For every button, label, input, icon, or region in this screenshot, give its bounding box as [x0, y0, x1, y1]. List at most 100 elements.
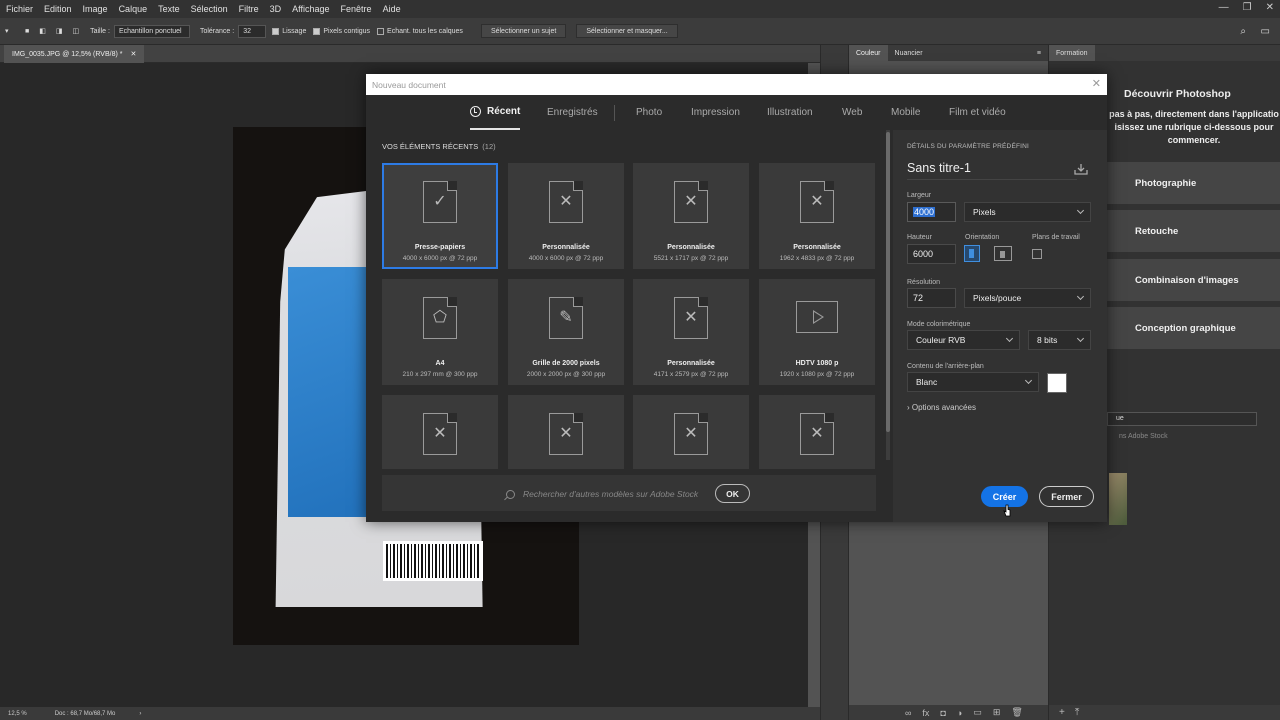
width-unit-select[interactable]: Pixels: [964, 202, 1091, 222]
background-color-swatch[interactable]: [1047, 373, 1067, 393]
artboards-checkbox[interactable]: [1032, 249, 1042, 259]
sample-all-checkbox[interactable]: Echant. tous les calques: [377, 27, 463, 35]
preset-card[interactable]: ✕ Personnalisée 5521 x 1717 px @ 72 ppp: [633, 163, 749, 269]
intersect-selection-icon[interactable]: ◫: [67, 24, 84, 38]
add-icon[interactable]: +: [1059, 707, 1065, 718]
resolution-input[interactable]: 72: [907, 288, 956, 308]
learn-item-photography[interactable]: Photographie: [1107, 162, 1280, 204]
menu-select[interactable]: Sélection: [185, 4, 233, 14]
menu-window[interactable]: Fenêtre: [335, 4, 377, 14]
libraries-select-value: ue: [1116, 415, 1124, 422]
learn-item-compositing[interactable]: Combinaison d'images: [1107, 259, 1280, 301]
folder-icon[interactable]: ▭: [973, 707, 982, 718]
height-input[interactable]: 6000: [907, 244, 956, 264]
size-select[interactable]: Echantillon ponctuel: [113, 24, 190, 38]
new-layer-icon[interactable]: ⊞: [993, 707, 1001, 718]
menu-view[interactable]: Affichage: [286, 4, 334, 14]
menu-file[interactable]: Fichier: [0, 4, 38, 14]
close-button[interactable]: Fermer: [1039, 486, 1094, 507]
link-icon[interactable]: ∞: [905, 708, 911, 718]
preset-card[interactable]: ✕: [633, 395, 749, 469]
preset-card-clipboard[interactable]: ✓ Presse-papiers 4000 x 6000 px @ 72 ppp: [382, 163, 498, 269]
maximize-icon[interactable]: ❐: [1243, 2, 1252, 13]
width-input[interactable]: 4000: [907, 202, 956, 222]
menu-edit[interactable]: Edition: [38, 4, 77, 14]
search-icon[interactable]: ⌕: [1240, 26, 1246, 37]
presets-scrollbar[interactable]: [886, 130, 890, 460]
close-icon[interactable]: ✕: [1092, 77, 1101, 90]
document-tab[interactable]: IMG_0035.JPG @ 12,5% (RVB/8) * ✕: [4, 45, 145, 63]
scrollbar-thumb[interactable]: [886, 132, 890, 432]
menu-type[interactable]: Texte: [152, 4, 185, 14]
select-and-mask-button[interactable]: Sélectionner et masquer...: [576, 24, 678, 38]
preset-card-grid[interactable]: ✎ Grille de 2000 pixels 2000 x 2000 px @…: [508, 279, 624, 385]
menu-layer[interactable]: Calque: [113, 4, 153, 14]
preset-card[interactable]: ✕: [382, 395, 498, 469]
libraries-stock-search[interactable]: ns Adobe Stock: [1119, 433, 1168, 440]
resolution-unit-select[interactable]: Pixels/pouce: [964, 288, 1091, 308]
tab-saved[interactable]: Enregistrés: [547, 95, 598, 130]
contiguous-checkbox[interactable]: Pixels contigus: [313, 27, 370, 35]
preset-card-a4[interactable]: ⬠ A4 210 x 297 mm @ 300 ppp: [382, 279, 498, 385]
save-preset-icon[interactable]: [1074, 163, 1088, 175]
adjustment-icon[interactable]: ◑: [957, 708, 962, 718]
document-name-input[interactable]: Sans titre-1: [907, 161, 971, 175]
tab-mobile[interactable]: Mobile: [891, 95, 920, 130]
minimize-icon[interactable]: —: [1219, 2, 1229, 13]
mask-icon[interactable]: ◘: [940, 708, 945, 718]
preset-card-hdtv[interactable]: HDTV 1080 p 1920 x 1080 px @ 72 ppp: [759, 279, 875, 385]
chevron-down-icon: [1024, 376, 1033, 385]
menu-filter[interactable]: Filtre: [233, 4, 264, 14]
library-thumbnail[interactable]: [1109, 473, 1127, 525]
fx-icon[interactable]: fx: [922, 708, 929, 718]
tab-print-label: Impression: [691, 107, 740, 118]
stock-search-input[interactable]: Rechercher d'autres modèles sur Adobe St…: [506, 489, 698, 499]
zoom-level[interactable]: 12,5 %: [8, 711, 27, 717]
new-selection-icon[interactable]: ■: [20, 24, 34, 38]
tab-film-video[interactable]: Film et vidéo: [949, 95, 1006, 130]
tolerance-input[interactable]: 32: [238, 24, 267, 38]
libraries-select[interactable]: ue: [1107, 412, 1257, 426]
upload-icon[interactable]: ⤒: [1075, 707, 1079, 718]
bit-depth-select[interactable]: 8 bits: [1028, 330, 1091, 350]
landscape-orientation-icon[interactable]: [994, 246, 1012, 261]
portrait-orientation-icon[interactable]: [964, 245, 980, 262]
close-window-icon[interactable]: ✕: [1266, 2, 1274, 13]
select-subject-button[interactable]: Sélectionner un sujet: [480, 24, 567, 38]
menu-3d[interactable]: 3D: [264, 4, 287, 14]
tab-color[interactable]: Couleur: [849, 45, 888, 61]
tab-photo[interactable]: Photo: [636, 95, 662, 130]
preset-card[interactable]: ✕ Personnalisée 4000 x 6000 px @ 72 ppp: [508, 163, 624, 269]
stock-ok-button[interactable]: OK: [715, 484, 750, 503]
status-bar: 12,5 % Doc : 68,7 Mo/68,7 Mo ›: [0, 707, 820, 720]
panel-menu-icon[interactable]: ≡: [1030, 50, 1048, 57]
learn-item-retouch[interactable]: Retouche: [1107, 210, 1280, 252]
recent-header: VOS ÉLÉMENTS RÉCENTS (12): [382, 142, 496, 151]
learn-item-graphic-design[interactable]: Conception graphique: [1107, 307, 1280, 349]
close-tab-icon[interactable]: ✕: [130, 50, 136, 58]
color-mode-select[interactable]: Couleur RVB: [907, 330, 1020, 350]
tab-web[interactable]: Web: [842, 95, 862, 130]
chevron-down-icon: [1005, 334, 1014, 343]
chevron-right-icon[interactable]: ›: [139, 711, 141, 717]
tool-preset-icon[interactable]: ▾: [0, 24, 20, 38]
trash-icon[interactable]: 🗑: [1011, 707, 1022, 718]
tab-swatches[interactable]: Nuancier: [888, 50, 930, 57]
preset-card[interactable]: ✕: [759, 395, 875, 469]
preset-card[interactable]: ✕ Personnalisée 1962 x 4833 px @ 72 ppp: [759, 163, 875, 269]
preset-card[interactable]: ✕: [508, 395, 624, 469]
smoothing-checkbox[interactable]: Lissage: [272, 27, 306, 35]
tab-print[interactable]: Impression: [691, 95, 740, 130]
add-selection-icon[interactable]: ◧: [34, 24, 51, 38]
tab-illustration[interactable]: Illustration: [767, 95, 813, 130]
workspace-icon[interactable]: ▭: [1261, 26, 1270, 37]
learn-description: pas à pas, directement dans l'applicatio…: [1109, 109, 1279, 145]
advanced-options-toggle[interactable]: › Options avancées: [907, 403, 976, 412]
preset-card[interactable]: ✕ Personnalisée 4171 x 2579 px @ 72 ppp: [633, 279, 749, 385]
tab-learn[interactable]: Formation: [1049, 45, 1095, 61]
tab-recent[interactable]: Récent: [470, 95, 521, 130]
subtract-selection-icon[interactable]: ◨: [51, 24, 68, 38]
background-select[interactable]: Blanc: [907, 372, 1039, 392]
menu-help[interactable]: Aide: [377, 4, 406, 14]
menu-image[interactable]: Image: [77, 4, 113, 14]
